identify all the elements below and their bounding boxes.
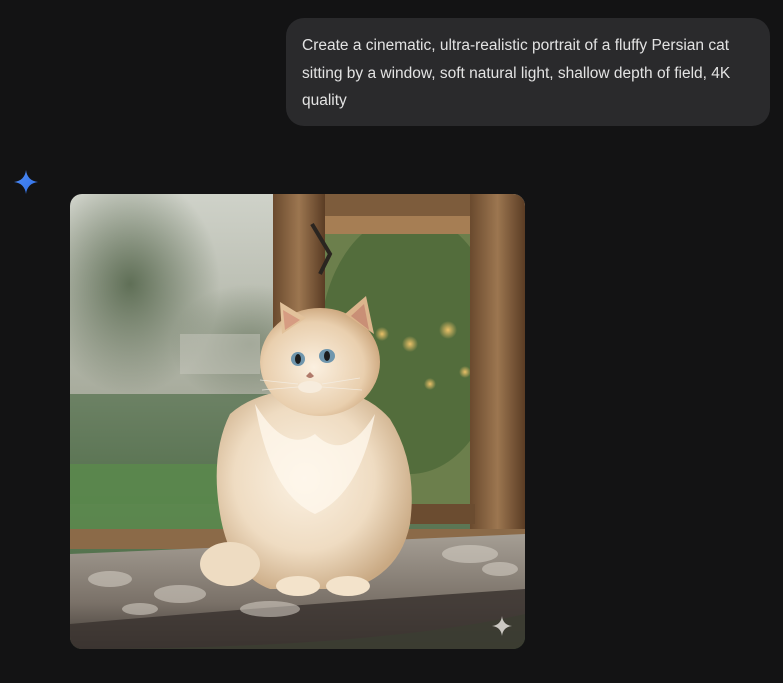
gemini-sparkle-icon (13, 169, 39, 195)
chat-view: Create a cinematic, ultra-realistic port… (0, 0, 783, 683)
sparkle-watermark-icon (491, 615, 513, 637)
user-prompt-bubble: Create a cinematic, ultra-realistic port… (286, 18, 770, 126)
generated-image[interactable] (70, 194, 525, 649)
user-prompt-text: Create a cinematic, ultra-realistic port… (302, 37, 731, 109)
